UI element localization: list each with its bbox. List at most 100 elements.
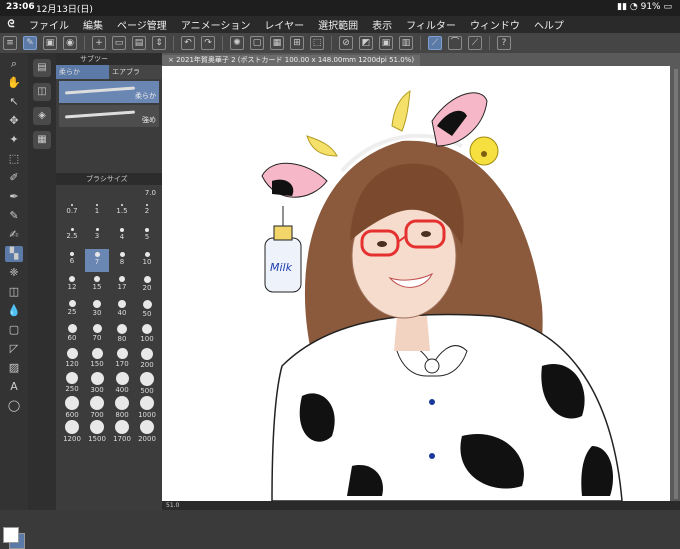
brush-size-option[interactable]: 17	[110, 273, 134, 296]
stabilizer-high-icon[interactable]: ⟋	[468, 36, 482, 50]
magic-wand-icon[interactable]: ✦	[5, 132, 23, 148]
brush-size-option[interactable]: 500	[135, 369, 159, 395]
brush-size-option[interactable]: 50	[135, 297, 159, 320]
brush-size-option[interactable]: 200	[135, 345, 159, 369]
brush-strong[interactable]: 強め	[59, 105, 159, 127]
crop-icon[interactable]: ▣	[379, 36, 393, 50]
new-file-icon[interactable]: +	[92, 36, 106, 50]
subtab-soft[interactable]: 柔らか	[56, 65, 109, 79]
marquee-icon[interactable]: ⬚	[5, 151, 23, 167]
brush-size-option[interactable]: 1500	[85, 417, 109, 443]
brush-size-option[interactable]: 1.5	[110, 201, 134, 224]
pencil-icon[interactable]: ✎	[5, 208, 23, 224]
brush-size-option[interactable]: 600	[60, 393, 84, 419]
zoom-level[interactable]: 51.0	[166, 502, 179, 509]
operation-icon[interactable]: ↖	[5, 94, 23, 110]
loading-icon[interactable]: ✺	[230, 36, 244, 50]
move-icon[interactable]: ✥	[5, 113, 23, 129]
brush-size-option[interactable]: 3	[85, 225, 109, 248]
brush-size-option[interactable]: 0.7	[60, 201, 84, 224]
sub-tool-tab[interactable]: サブツー	[80, 54, 108, 64]
brush-size-option[interactable]: 4	[110, 225, 134, 248]
menu-animation[interactable]: アニメーション	[181, 17, 251, 32]
brush-size-option[interactable]: 70	[85, 321, 109, 344]
help-icon[interactable]: ?	[497, 36, 511, 50]
export-icon[interactable]: ⇕	[152, 36, 166, 50]
zoom-icon[interactable]: ⌕	[5, 56, 23, 72]
menu-filter[interactable]: フィルター	[406, 17, 456, 32]
menu-selection[interactable]: 選択範囲	[318, 17, 358, 32]
edit-mode-icon[interactable]: ✎	[23, 36, 37, 50]
pen-icon[interactable]: ✒	[5, 189, 23, 205]
decoration-icon[interactable]: ❈	[5, 265, 23, 281]
invert-selection-icon[interactable]: ◩	[359, 36, 373, 50]
brush-size-option[interactable]: 1700	[110, 417, 134, 443]
brush-soft[interactable]: 柔らか	[59, 81, 159, 103]
brush-size-option[interactable]: 150	[85, 345, 109, 368]
brush-size-option[interactable]: 2.5	[60, 225, 84, 248]
brush-size-option[interactable]: 15	[85, 273, 109, 296]
brush-size-option[interactable]: 12	[60, 273, 84, 296]
brush-size-option[interactable]: 800	[110, 393, 134, 419]
brush-size-option[interactable]: 300	[85, 369, 109, 394]
brush-size-option[interactable]: 30	[85, 297, 109, 320]
layer-mode-icon[interactable]: ▣	[43, 36, 57, 50]
brush-size-option[interactable]: 1000	[135, 393, 159, 419]
brush-size-option[interactable]: 7	[85, 249, 109, 272]
clear-icon[interactable]: ▢	[250, 36, 264, 50]
brush-size-option[interactable]: 400	[110, 369, 134, 394]
stabilizer-icon[interactable]: ⟋	[428, 36, 442, 50]
balloon-icon[interactable]: ◯	[5, 398, 23, 414]
tool-property-icon[interactable]: ▤	[33, 59, 51, 77]
brush-size-option[interactable]: 170	[110, 345, 134, 368]
brush-size-option[interactable]: 250	[60, 369, 84, 393]
transform-icon[interactable]: ⊞	[290, 36, 304, 50]
airbrush-icon[interactable]: ▚	[5, 246, 23, 262]
brush-size-option[interactable]: 40	[110, 297, 134, 320]
brush-size-option[interactable]: 60	[60, 321, 84, 344]
stabilizer-medium-icon[interactable]: ⌒	[448, 36, 462, 50]
deselect-icon[interactable]: ⊘	[339, 36, 353, 50]
document-tab[interactable]: × 2021年賀奥華子 2 (ポストカード 100.00 x 148.00mm …	[162, 55, 421, 66]
brush-size-option[interactable]: 120	[60, 345, 84, 368]
save-icon[interactable]: ▤	[132, 36, 146, 50]
menu-file[interactable]: ファイル	[29, 17, 69, 32]
redo-icon[interactable]: ↷	[201, 36, 215, 50]
subtab-airbrush[interactable]: エアブラ	[109, 65, 162, 79]
shape-icon[interactable]: ▢	[5, 322, 23, 338]
brush-size-option[interactable]: 8	[110, 249, 134, 272]
vertical-scrollbar[interactable]	[674, 69, 678, 499]
eraser-icon[interactable]: ◫	[5, 284, 23, 300]
brush-icon[interactable]: ✍	[5, 227, 23, 243]
text-icon[interactable]: A	[5, 379, 23, 395]
open-folder-icon[interactable]: ▭	[112, 36, 126, 50]
hand-icon[interactable]: ✋	[5, 75, 23, 91]
brush-size-option[interactable]: 1200	[60, 417, 84, 443]
brush-size-option[interactable]: 700	[85, 393, 109, 419]
layers-icon[interactable]: ◈	[33, 107, 51, 125]
brush-size-option[interactable]: 6	[60, 249, 84, 272]
menu-help[interactable]: ヘルプ	[534, 17, 564, 32]
menu-view[interactable]: 表示	[372, 17, 392, 32]
brush-size-option[interactable]: 100	[135, 321, 159, 344]
menu-page[interactable]: ページ管理	[117, 17, 167, 32]
eyedropper-icon[interactable]: ✐	[5, 170, 23, 186]
canvas-area[interactable]: × 2021年賀奥華子 2 (ポストカード 100.00 x 148.00mm …	[162, 53, 680, 510]
brush-size-option[interactable]: 2000	[135, 417, 159, 443]
ruler-icon[interactable]: ◸	[5, 341, 23, 357]
brush-size-option[interactable]: 25	[60, 297, 84, 320]
brush-size-option[interactable]: 5	[135, 225, 159, 248]
foreground-color-swatch[interactable]	[3, 527, 19, 543]
fill-icon[interactable]: ▦	[270, 36, 284, 50]
brush-size-option[interactable]: 10	[135, 249, 159, 272]
gradient-icon[interactable]: ▨	[5, 360, 23, 376]
menu-edit[interactable]: 編集	[83, 17, 103, 32]
color-icon[interactable]: ◫	[33, 83, 51, 101]
undo-icon[interactable]: ↶	[181, 36, 195, 50]
brush-size-value[interactable]: 7.0	[56, 185, 162, 201]
delete-icon[interactable]: ▥	[399, 36, 413, 50]
blend-icon[interactable]: 💧	[5, 303, 23, 319]
menu-layer[interactable]: レイヤー	[264, 17, 304, 32]
menu-window[interactable]: ウィンドウ	[470, 17, 520, 32]
brush-size-option[interactable]: 2	[135, 201, 159, 224]
